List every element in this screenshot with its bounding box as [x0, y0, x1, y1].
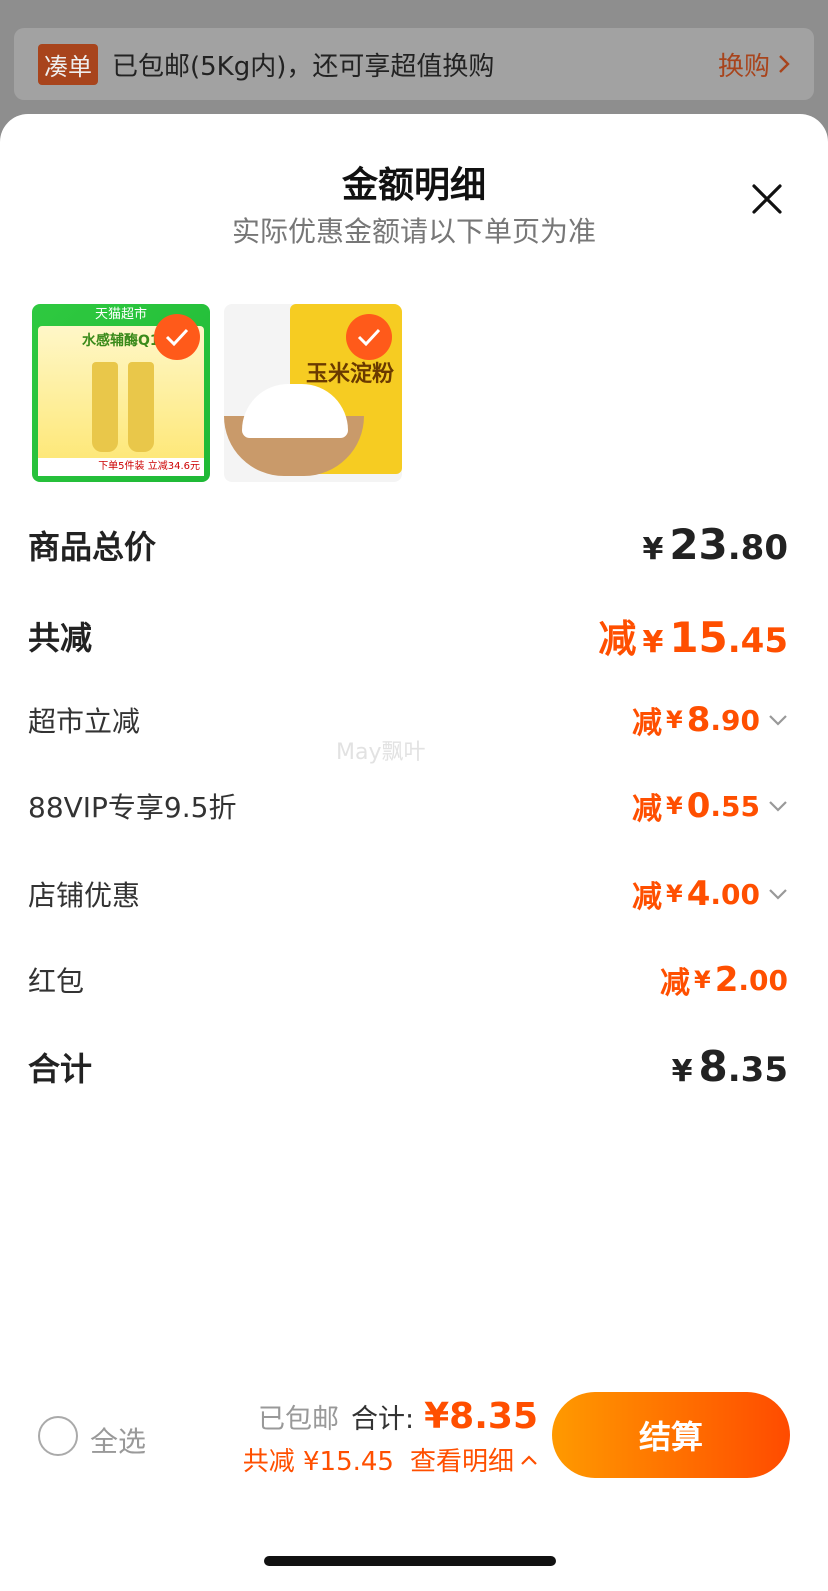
yen-symbol: ¥ — [642, 532, 664, 567]
chevron-up-icon — [521, 1454, 537, 1465]
price-dec: .90 — [710, 703, 760, 737]
product-thumb-corn-starch[interactable]: 玉米淀粉 — [224, 304, 402, 482]
yen-symbol: ¥ — [642, 625, 664, 660]
price-dec: .35 — [727, 1050, 788, 1090]
market-discount-label: 超市立减 — [28, 705, 141, 738]
price-int: 0 — [686, 786, 711, 826]
product-thumb-lotion[interactable]: 天猫超市 水感辅酶Q1 下单5件装 立减34.6元 — [32, 304, 210, 482]
exchange-link-label: 换购 — [717, 51, 770, 82]
price-int: 8 — [686, 700, 711, 740]
reduce-prefix: 减 — [660, 966, 691, 1001]
bag-label: 玉米淀粉 — [305, 361, 394, 387]
vip-discount-value: 减 ¥ 0 .55 — [632, 784, 788, 828]
reduce-prefix: 减 — [632, 792, 663, 827]
shop-discount-label: 店铺优惠 — [28, 879, 141, 912]
chevron-down-icon[interactable] — [768, 800, 788, 812]
total-reduce-label: 共减 — [28, 618, 93, 657]
view-detail-link[interactable]: 查看明细 — [410, 1441, 538, 1478]
banner-text: 已包邮(5Kg内)，还可享超值换购 — [112, 51, 495, 82]
bundle-tag: 凑单 — [38, 43, 98, 85]
price-detail-sheet: 金额明细 实际优惠金额请以下单页为准 天猫超市 水感辅酶Q1 下单5件装 立减3… — [0, 114, 828, 1591]
reduce-prefix: 减 — [598, 617, 637, 661]
vip-discount-label: 88VIP专享9.5折 — [28, 791, 237, 824]
total-reduce-value: 减 ¥ 15 .45 — [598, 608, 788, 663]
checkout-bar: 全选 已包邮 合计: ¥8.35 共减 ¥15.45 查看明细 结算 — [0, 1390, 828, 1490]
view-detail-label: 查看明细 — [409, 1447, 514, 1477]
market-discount-value: 减 ¥ 8 .90 — [632, 698, 788, 742]
selected-check-icon[interactable] — [154, 314, 200, 360]
total-value: ¥8.35 — [424, 1396, 538, 1437]
yen-symbol: ¥ — [666, 706, 683, 734]
product-thumbnails: 天猫超市 水感辅酶Q1 下单5件装 立减34.6元 玉米淀粉 — [32, 304, 402, 482]
order-summary: 已包邮 合计: ¥8.35 共减 ¥15.45 查看明细 — [243, 1396, 538, 1478]
reduce-prefix: 减 — [632, 706, 663, 741]
price-dec: .80 — [727, 528, 788, 568]
price-int: 15 — [669, 613, 728, 662]
price-int: 8 — [698, 1042, 728, 1091]
row-vip-discount[interactable]: 88VIP专享9.5折 减 ¥ 0 .55 — [28, 784, 788, 828]
row-sum: 合计 ¥ 8 .35 — [28, 1042, 788, 1091]
reduce-prefix: 减 — [632, 880, 663, 915]
yen-symbol: ¥ — [694, 966, 711, 994]
chevron-right-icon — [779, 55, 790, 73]
exchange-link[interactable]: 换购 — [718, 46, 790, 83]
red-packet-value: 减 ¥ 2 .00 — [660, 958, 788, 1002]
home-indicator — [264, 1556, 556, 1566]
close-icon[interactable] — [750, 182, 784, 216]
shop-discount-value: 减 ¥ 4 .00 — [632, 872, 788, 916]
chevron-down-icon[interactable] — [768, 888, 788, 900]
row-shop-discount[interactable]: 店铺优惠 减 ¥ 4 .00 — [28, 872, 788, 916]
goods-total-label: 商品总价 — [28, 527, 157, 566]
price-dec: .00 — [710, 877, 760, 911]
row-total-reduce: 共减 减 ¥ 15 .45 — [28, 608, 788, 663]
watermark: May飘叶 — [336, 740, 426, 765]
goods-total-value: ¥ 23 .80 — [642, 520, 788, 569]
select-all-radio[interactable] — [38, 1416, 78, 1456]
checkout-button[interactable]: 结算 — [552, 1392, 790, 1478]
chevron-down-icon[interactable] — [768, 714, 788, 726]
yen-symbol: ¥ — [666, 880, 683, 908]
exchange-banner[interactable]: 凑单 已包邮(5Kg内)，还可享超值换购 换购 — [14, 28, 814, 100]
promo-footer: 下单5件装 立减34.6元 — [38, 458, 204, 476]
shipping-status: 已包邮 — [258, 1404, 340, 1435]
sheet-title: 金额明细 — [341, 165, 486, 206]
price-dec: .00 — [738, 963, 788, 997]
price-int: 23 — [669, 520, 728, 569]
red-packet-label: 红包 — [28, 965, 85, 998]
tube-image — [92, 362, 118, 452]
yen-symbol: ¥ — [671, 1054, 693, 1089]
total-label: 合计: — [351, 1404, 415, 1435]
yen-symbol: ¥ — [666, 792, 683, 820]
product-headline: 水感辅酶Q1 — [82, 333, 160, 349]
price-dec: .55 — [710, 789, 760, 823]
price-int: 4 — [686, 874, 711, 914]
sum-label: 合计 — [28, 1049, 93, 1088]
row-red-packet: 红包 减 ¥ 2 .00 — [28, 958, 788, 1002]
reduce-summary: 共减 ¥15.45 — [242, 1447, 394, 1477]
price-dec: .45 — [727, 621, 788, 661]
tube-image — [128, 362, 154, 452]
select-all-label[interactable]: 全选 — [90, 1420, 146, 1460]
sheet-subtitle: 实际优惠金额请以下单页为准 — [231, 215, 596, 248]
price-int: 2 — [714, 960, 739, 1000]
selected-check-icon[interactable] — [346, 314, 392, 360]
row-goods-total: 商品总价 ¥ 23 .80 — [28, 520, 788, 569]
sum-value: ¥ 8 .35 — [672, 1042, 788, 1091]
